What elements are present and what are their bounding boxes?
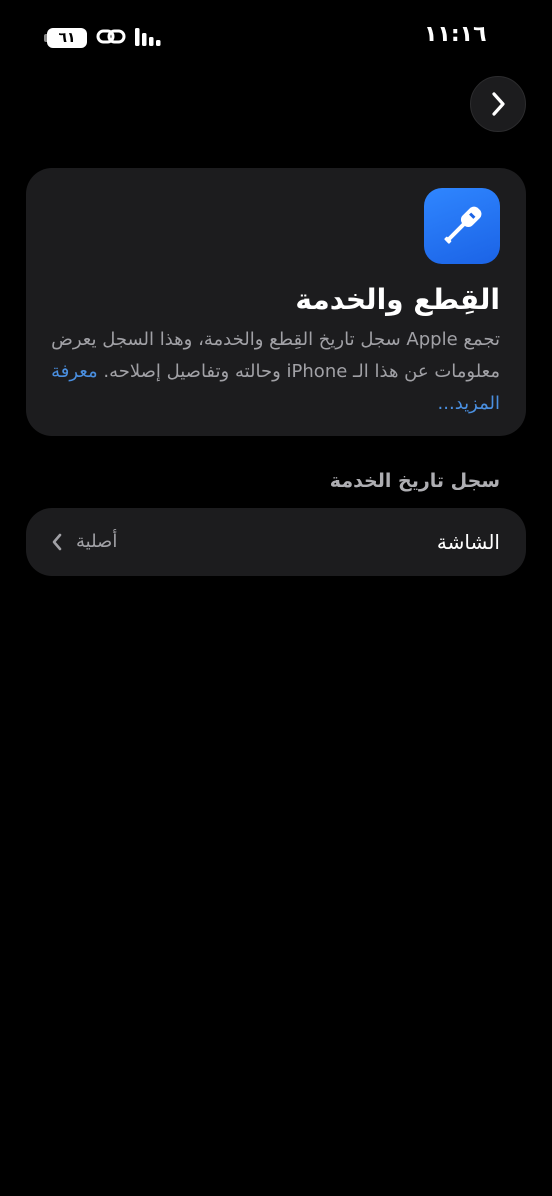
chevron-left-icon: [52, 533, 62, 551]
card-title: القِطع والخدمة: [295, 283, 500, 316]
service-history-header: سجل تاريخ الخدمة: [329, 470, 500, 492]
signal-icon: [135, 28, 161, 46]
status-time: ١١:١٦: [424, 22, 487, 47]
status-bar: ٦١ ١١:١٦: [0, 0, 552, 76]
list-item-display[interactable]: الشاشة أصلية: [26, 508, 526, 576]
row-label: الشاشة: [436, 530, 500, 554]
screen: ٦١ ١١:١٦ القِطع والخدمة تجمع Apple سجل ت…: [0, 0, 552, 1196]
back-button[interactable]: [470, 76, 526, 132]
row-value: أصلية: [76, 531, 118, 552]
link-icon: [96, 29, 126, 44]
description-text: تجمع Apple سجل تاريخ القِطع والخدمة، وهذ…: [51, 329, 500, 382]
card-description: تجمع Apple سجل تاريخ القِطع والخدمة، وهذ…: [48, 324, 500, 420]
chevron-right-icon: [492, 92, 505, 116]
battery-level: ٦١: [58, 30, 76, 46]
parts-service-card: القِطع والخدمة تجمع Apple سجل تاريخ القِ…: [26, 168, 526, 436]
screwdriver-icon: [424, 188, 500, 264]
